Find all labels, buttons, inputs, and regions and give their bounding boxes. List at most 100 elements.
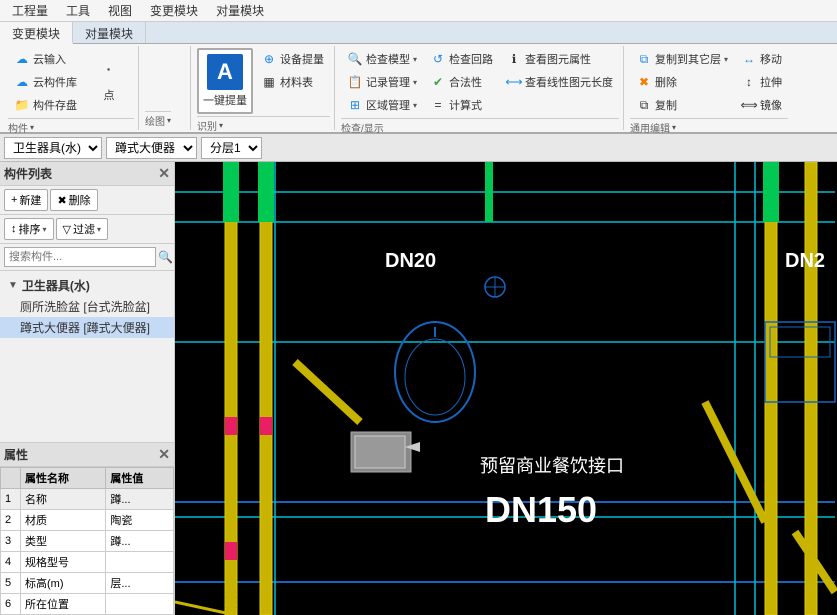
btn-shebeitiliang[interactable]: ⊕ 设备提量	[255, 48, 330, 70]
table-icon: ▦	[261, 74, 277, 90]
btn-fuzhi[interactable]: ⧉ 复制	[630, 94, 734, 116]
prop-val-6[interactable]	[106, 594, 174, 615]
menu-gongju[interactable]: 工具	[58, 0, 98, 21]
group-label-huitu: 绘图 ▾	[145, 111, 171, 128]
btn-dian[interactable]: · 点	[84, 48, 134, 108]
prop-num-1: 1	[1, 489, 21, 510]
new-icon: +	[11, 194, 17, 206]
sort-icon: ↕	[11, 223, 17, 235]
dropdown-category[interactable]: 卫生器具(水)	[4, 137, 102, 159]
drawing-area[interactable]: DN20 DN2 预留商业餐饮接口 DN150	[175, 162, 837, 615]
panel-close-btn[interactable]: ✕	[158, 165, 170, 182]
group-label-shibie: 识别 ▾	[197, 116, 330, 133]
copy-layer-icon: ⧉	[636, 51, 652, 67]
ribbon-group-gojian: ☁ 云输入 ☁ 云构件库 📁 构件存盘 · 点	[4, 46, 139, 130]
menu-gongchengliang[interactable]: 工程量	[4, 0, 56, 21]
group-chevron-shibie[interactable]: ▾	[219, 121, 223, 130]
prop-val-4[interactable]	[106, 552, 174, 573]
btn-quyu-guanli[interactable]: ⊞ 区域管理 ▾	[341, 94, 423, 116]
prop-num-2: 2	[1, 510, 21, 531]
stretch-icon: ↕	[741, 74, 757, 90]
prop-val-3[interactable]: 蹲...	[106, 531, 174, 552]
component-tree: ▼ 卫生器具(水) 厕所洗脸盆 [台式洗脸盆] 蹲式大便器 [蹲式大便器]	[0, 271, 174, 442]
group-label-tongyong: 通用编辑 ▾	[630, 118, 788, 135]
menu-bar: 工程量 工具 视图 变更模块 对量模块	[0, 0, 837, 22]
btn-goujianccuncun[interactable]: 📁 构件存盘	[8, 94, 83, 116]
search-icon[interactable]: 🔍	[158, 250, 173, 264]
btn-yungoujiankul[interactable]: ☁ 云构件库	[8, 71, 83, 93]
prop-num-6: 6	[1, 594, 21, 615]
btn-jisuanshi[interactable]: = 计算式	[424, 94, 499, 116]
prop-num-3: 3	[1, 531, 21, 552]
group-chevron-tongyong[interactable]: ▾	[672, 123, 676, 132]
btn-yijitiliang[interactable]: A 一键提量	[197, 48, 253, 114]
menu-shitu[interactable]: 视图	[100, 0, 140, 21]
btn-hefa-xing[interactable]: ✔ 合法性	[424, 71, 499, 93]
cloud-store-icon: ☁	[14, 74, 30, 90]
element-attr-icon: ℹ	[506, 51, 522, 67]
device-icon: ⊕	[261, 51, 277, 67]
btn-fuzhi-qita-ceng[interactable]: ⧉ 复制到其它层 ▾	[630, 48, 734, 70]
area-icon: ⊞	[347, 97, 363, 113]
circuit-icon: ↺	[430, 51, 446, 67]
tab-biangeng[interactable]: 变更模块	[0, 22, 73, 44]
prop-val-1[interactable]: 蹲...	[106, 489, 174, 510]
search-input[interactable]	[4, 247, 156, 267]
props-close-btn[interactable]: ✕	[158, 446, 170, 463]
prop-name-4: 规格型号	[21, 552, 106, 573]
prop-num-4: 4	[1, 552, 21, 573]
delete-icon: ✖	[57, 194, 66, 207]
delete-icon: ✖	[636, 74, 652, 90]
menu-biangengmokuai[interactable]: 变更模块	[142, 0, 206, 21]
btn-lashen[interactable]: ↕ 拉伸	[735, 71, 788, 93]
btn-filter[interactable]: ▽ 过滤 ▾	[56, 218, 108, 240]
tree-item-category[interactable]: ▼ 卫生器具(水)	[0, 275, 174, 296]
left-panel: 构件列表 ✕ + 新建 ✖ 删除 ↕ 排序 ▾ ▽ 过滤 ▾	[0, 162, 175, 615]
btn-shanchu[interactable]: ✖ 删除	[630, 71, 734, 93]
btn-chakan-tuyuan-shuxing[interactable]: ℹ 查看图元属性	[500, 48, 619, 70]
prop-row: 5 标高(m) 层...	[1, 573, 174, 594]
tree-item-dunshi[interactable]: 蹲式大便器 [蹲式大便器]	[0, 317, 174, 338]
tree-item-xianlianbepn[interactable]: 厕所洗脸盆 [台式洗脸盆]	[0, 296, 174, 317]
btn-sort[interactable]: ↕ 排序 ▾	[4, 218, 54, 240]
group-label-jiancha: 检查/显示	[341, 118, 619, 135]
ribbon-group-shibie: A 一键提量 ⊕ 设备提量 ▦ 材料表 识别 ▾	[193, 46, 335, 130]
btn-cailiaobiao[interactable]: ▦ 材料表	[255, 71, 330, 93]
prop-name-6: 所在位置	[21, 594, 106, 615]
dropdown-layer[interactable]: 分层1	[201, 137, 262, 159]
tab-duliang[interactable]: 对量模块	[73, 22, 146, 43]
prop-row: 6 所在位置	[1, 594, 174, 615]
btn-jiancha-huilu[interactable]: ↺ 检查回路	[424, 48, 499, 70]
copy-icon: ⧉	[636, 97, 652, 113]
btn-new[interactable]: + 新建	[4, 189, 48, 211]
col-propname: 属性名称	[21, 468, 106, 489]
btn-yunshuru[interactable]: ☁ 云输入	[8, 48, 83, 70]
panel-toolbar-top: + 新建 ✖ 删除	[0, 186, 174, 215]
prop-val-2[interactable]: 陶瓷	[106, 510, 174, 531]
svg-text:预留商业餐饮接口: 预留商业餐饮接口	[480, 456, 624, 476]
prop-name-2: 材质	[21, 510, 106, 531]
btn-delete[interactable]: ✖ 删除	[50, 189, 97, 211]
mirror-icon: ⟺	[741, 97, 757, 113]
prop-row: 2 材质 陶瓷	[1, 510, 174, 531]
group-chevron-gojian[interactable]: ▾	[30, 123, 34, 132]
prop-name-3: 类型	[21, 531, 106, 552]
component-list-header: 构件列表 ✕	[0, 162, 174, 186]
ribbon-group-tongyong: ⧉ 复制到其它层 ▾ ✖ 删除 ⧉ 复制 ↔	[626, 46, 792, 130]
legal-icon: ✔	[430, 74, 446, 90]
btn-jilu-guanli[interactable]: 📋 记录管理 ▾	[341, 71, 423, 93]
panel-toolbar-sort: ↕ 排序 ▾ ▽ 过滤 ▾	[0, 215, 174, 244]
btn-jingxiang[interactable]: ⟺ 镜像	[735, 94, 788, 116]
check-model-icon: 🔍	[347, 51, 363, 67]
menu-duliangmokuai[interactable]: 对量模块	[208, 0, 272, 21]
ribbon-toolbar: ☁ 云输入 ☁ 云构件库 📁 构件存盘 · 点	[0, 44, 837, 134]
prop-num-5: 5	[1, 573, 21, 594]
group-chevron-huitu[interactable]: ▾	[167, 116, 171, 125]
btn-yidong[interactable]: ↔ 移动	[735, 48, 788, 70]
ribbon-tabs: 变更模块 对量模块	[0, 22, 837, 44]
ribbon-group-huitu: 绘图 ▾	[141, 46, 191, 130]
dropdown-component[interactable]: 蹲式大便器	[106, 137, 197, 159]
btn-jiancha-moxing[interactable]: 🔍 检查模型 ▾	[341, 48, 423, 70]
btn-chakan-xianxing-changdu[interactable]: ⟷ 查看线性图元长度	[500, 71, 619, 93]
prop-val-5[interactable]: 层...	[106, 573, 174, 594]
